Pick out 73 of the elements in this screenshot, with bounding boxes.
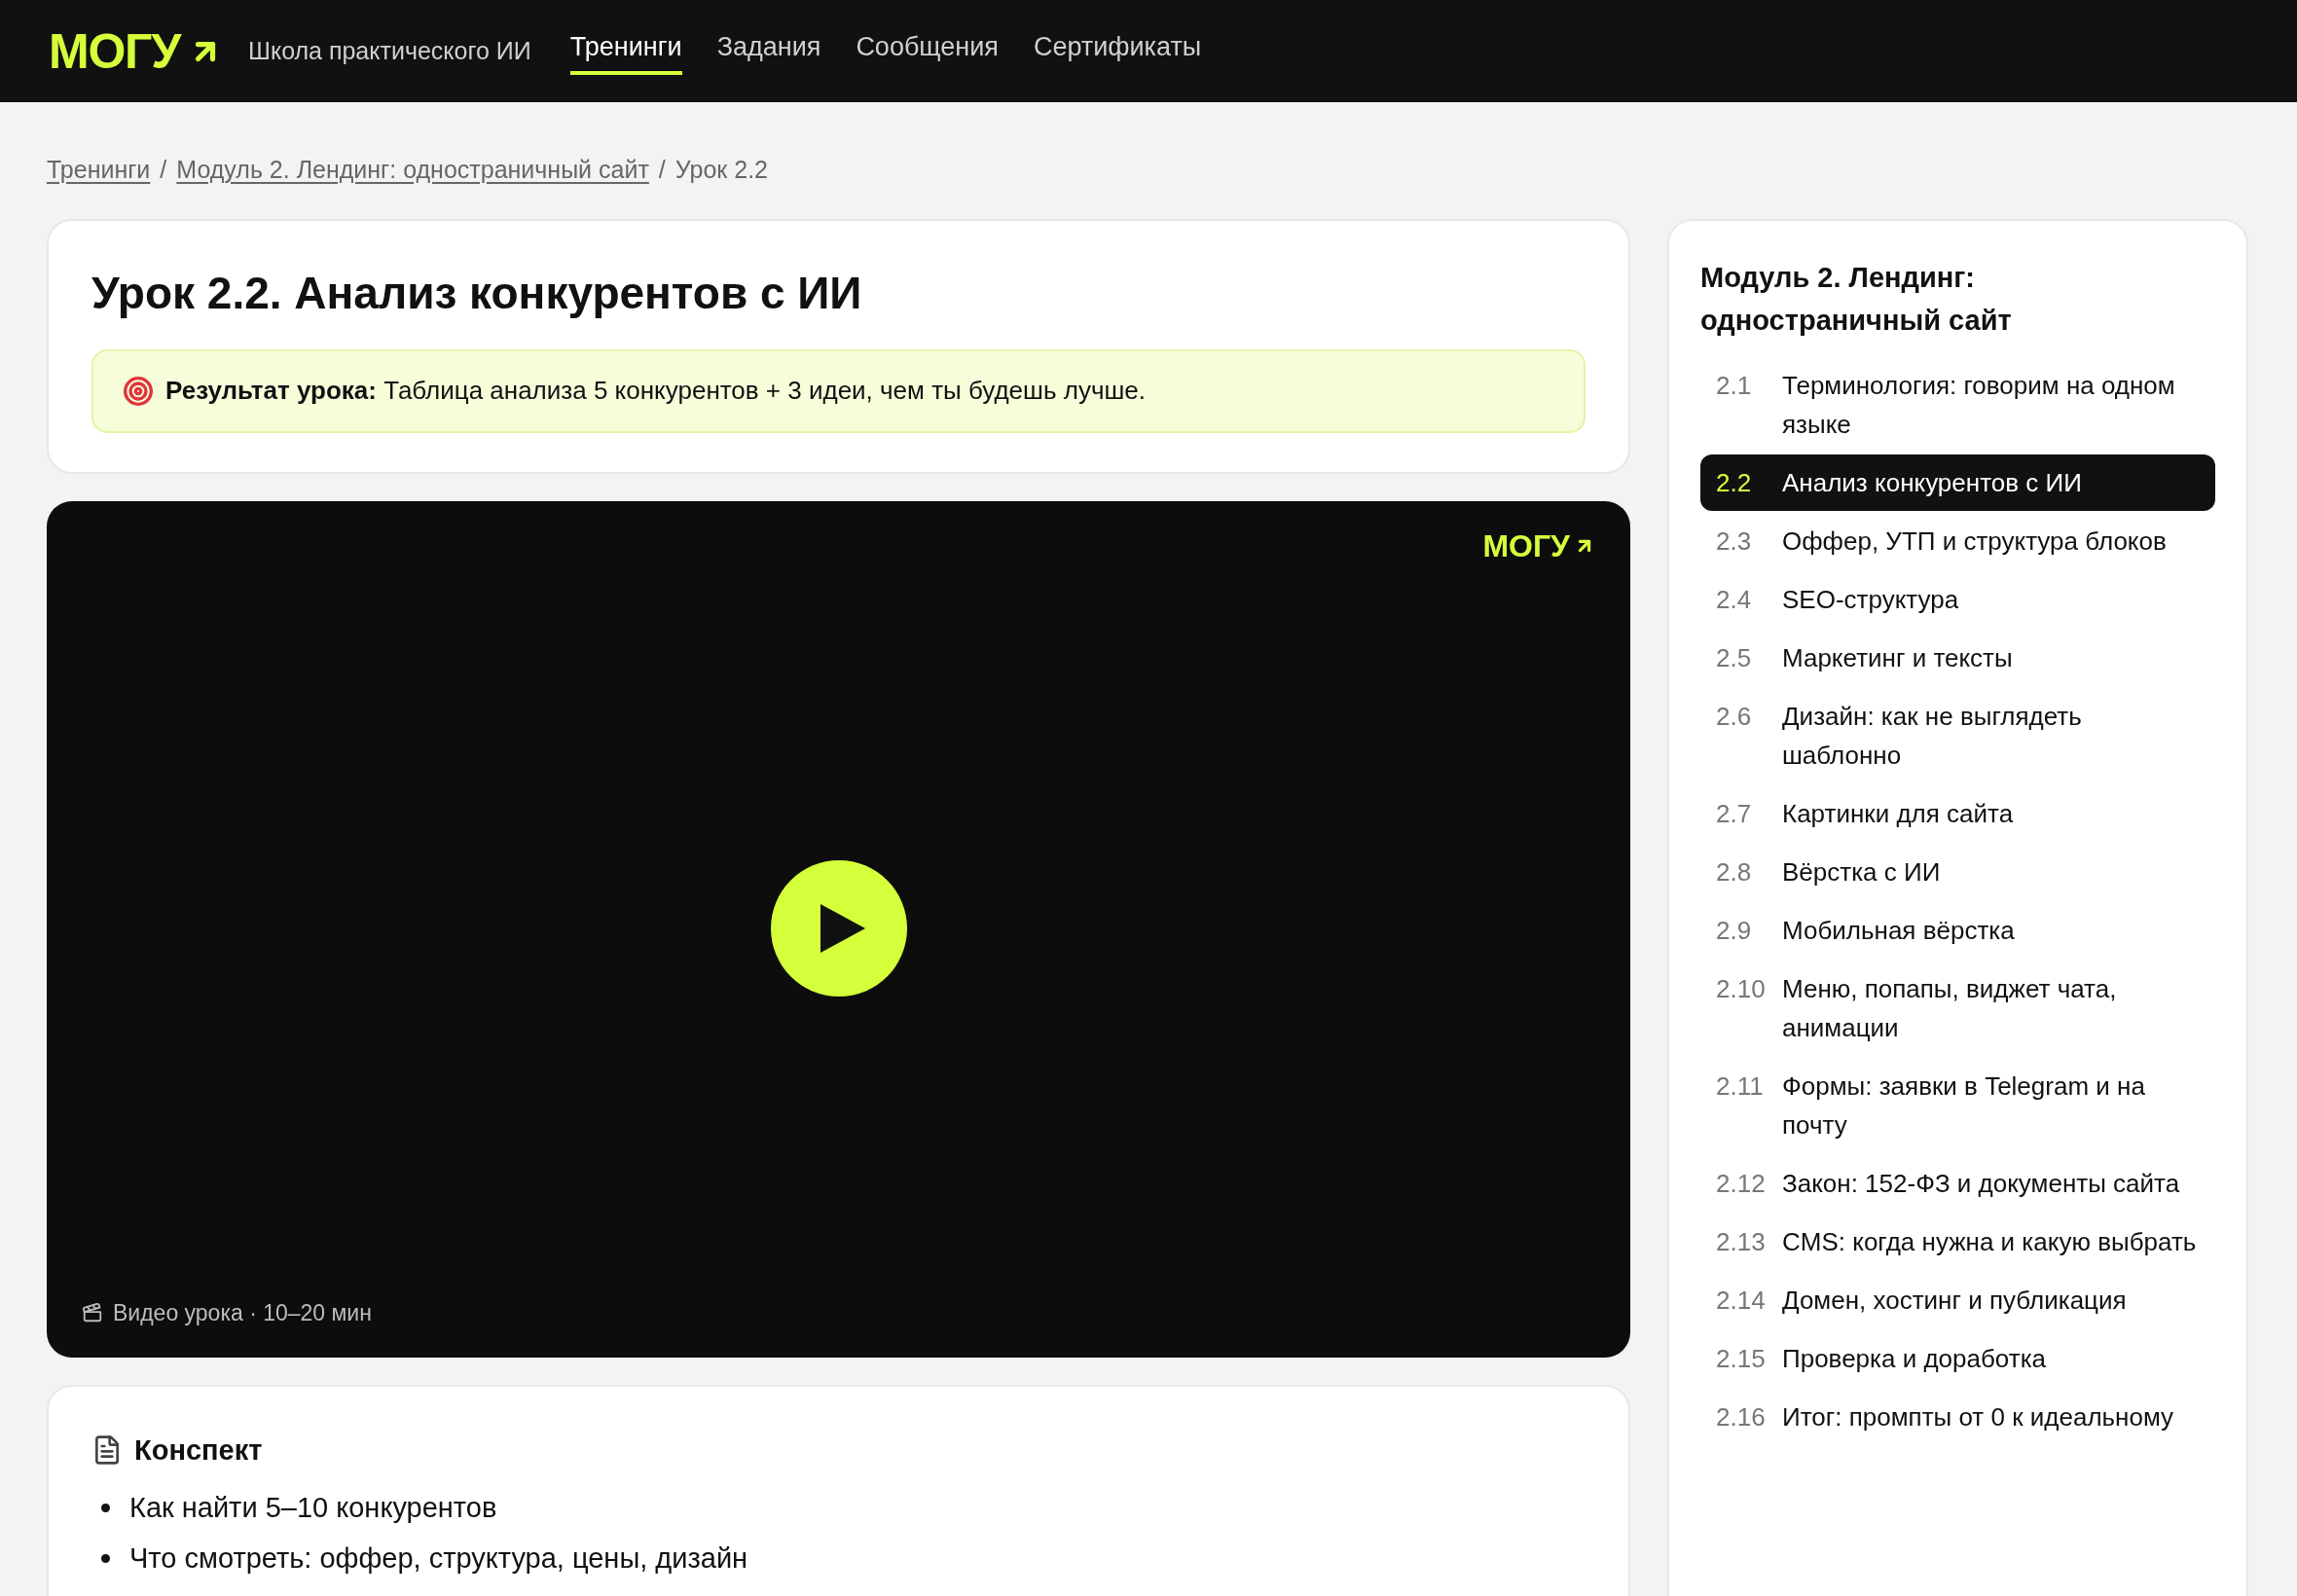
lesson-item[interactable]: 2.12 Закон: 152-ФЗ и документы сайта — [1700, 1155, 2215, 1212]
lesson-number: 2.10 — [1716, 973, 1767, 1005]
lesson-number: 2.12 — [1716, 1168, 1767, 1200]
lesson-number: 2.8 — [1716, 856, 1753, 889]
tagline: Школа практического ИИ — [248, 35, 531, 66]
summary-item: Что смотреть: оффер, структура, цены, дизайн — [129, 1541, 748, 1576]
lesson-item[interactable]: 2.10 Меню, попапы, виджет чата, анимации — [1700, 961, 2215, 1056]
breadcrumb-link[interactable]: Модуль 2. Лендинг: одностраничный сайт — [176, 152, 649, 189]
summary-item: Как найти 5–10 конкурентов — [129, 1491, 497, 1525]
clapperboard-icon — [82, 1302, 103, 1324]
result-text: Результат урока: Таблица анализа 5 конкурентов + 3 идеи, чем ты будешь лучше. — [165, 375, 1146, 407]
lesson-item[interactable]: 2.7 Картинки для сайта — [1700, 785, 2215, 842]
lesson-number: 2.9 — [1716, 915, 1753, 947]
lesson-number: 2.5 — [1716, 642, 1753, 674]
video-caption: Видео урока · 10–20 мин — [113, 1299, 372, 1327]
lesson-name: Дизайн: как не выглядеть шаблонно — [1782, 701, 2083, 772]
lesson-number: 2.6 — [1716, 701, 1753, 733]
lesson-number: 2.2 — [1716, 467, 1753, 499]
lesson-item[interactable]: 2.1 Терминология: говорим на одном языке — [1700, 357, 2215, 453]
lesson-title: Урок 2.2. Анализ конкурентов с ИИ — [91, 267, 863, 320]
lesson-number: 2.3 — [1716, 526, 1753, 558]
lesson-number: 2.11 — [1716, 1070, 1765, 1103]
lesson-number: 2.16 — [1716, 1401, 1767, 1433]
lesson-name: Проверка и доработка — [1782, 1343, 2047, 1375]
lesson-item[interactable]: 2.3 Оффер, УТП и структура блоков — [1700, 513, 2215, 569]
lesson-item[interactable]: 2.13 CMS: когда нужна и какую выбрать — [1700, 1214, 2215, 1270]
lesson-name: Терминология: говорим на одном языке — [1782, 370, 2176, 441]
lesson-name: Итог: промпты от 0 к идеальному — [1782, 1401, 2174, 1433]
lesson-number: 2.13 — [1716, 1226, 1767, 1258]
lesson-item[interactable]: 2.8 Вёрстка с ИИ — [1700, 844, 2215, 900]
module-title: Модуль 2. Лендинг: одностраничный сайт — [1700, 261, 2013, 338]
lesson-item[interactable]: 2.15 Проверка и доработка — [1700, 1330, 2215, 1387]
bullet-icon — [101, 1553, 110, 1563]
lesson-name: Формы: заявки в Telegram и на почту — [1782, 1070, 2146, 1142]
lesson-number: 2.14 — [1716, 1285, 1767, 1317]
lesson-name: Мобильная вёрстка — [1782, 915, 2015, 947]
lesson-item[interactable]: 2.11 Формы: заявки в Telegram и на почту — [1700, 1058, 2215, 1153]
summary-title: Конспект — [134, 1433, 263, 1468]
lesson-name: Картинки для сайта — [1782, 798, 2014, 830]
lesson-name: Домен, хостинг и публикация — [1782, 1285, 2127, 1317]
lesson-number: 2.7 — [1716, 798, 1753, 830]
lesson-item[interactable]: 2.2 Анализ конкурентов с ИИ — [1700, 454, 2215, 511]
breadcrumb-separator: / — [160, 155, 167, 186]
lesson-item[interactable]: 2.5 Маркетинг и тексты — [1700, 630, 2215, 686]
lesson-item[interactable]: 2.6 Дизайн: как не выглядеть шаблонно — [1700, 688, 2215, 783]
lesson-name: Меню, попапы, виджет чата, анимации — [1782, 973, 2118, 1044]
lesson-name: Оффер, УТП и структура блоков — [1782, 526, 2167, 558]
breadcrumb-current: Урок 2.2 — [675, 155, 768, 186]
play-icon — [820, 904, 865, 954]
lesson-number: 2.15 — [1716, 1343, 1767, 1375]
lesson-item[interactable]: 2.4 SEO-структура — [1700, 571, 2215, 628]
nav-tab[interactable]: Тренинги — [569, 27, 682, 75]
lesson-number: 2.1 — [1716, 370, 1753, 402]
lesson-name: Анализ конкурентов с ИИ — [1782, 467, 2082, 499]
lesson-name: CMS: когда нужна и какую выбрать — [1782, 1226, 2197, 1258]
lesson-name: Маркетинг и тексты — [1782, 642, 2013, 674]
lesson-name: SEO-структура — [1782, 584, 1959, 616]
lesson-item[interactable]: 2.9 Мобильная вёрстка — [1700, 902, 2215, 959]
lesson-number: 2.4 — [1716, 584, 1753, 616]
lesson-item[interactable]: 2.14 Домен, хостинг и публикация — [1700, 1272, 2215, 1328]
nav-tab[interactable]: Задания — [716, 27, 821, 75]
nav-tab[interactable]: Сертификаты — [1033, 27, 1202, 75]
breadcrumb-link[interactable]: Тренинги — [47, 152, 151, 189]
lesson-name: Закон: 152-ФЗ и документы сайта — [1782, 1168, 2180, 1200]
logo-text[interactable]: МОГУ — [49, 26, 180, 76]
video-player[interactable]: МОГУ Видео урока · 10–20 мин — [47, 500, 1630, 1358]
lesson-name: Вёрстка с ИИ — [1782, 856, 1941, 889]
target-icon — [123, 375, 154, 407]
lesson-item[interactable]: 2.16 Итог: промпты от 0 к идеальному — [1700, 1389, 2215, 1445]
bullet-icon — [101, 1504, 110, 1513]
video-watermark: МОГУ — [1482, 529, 1570, 562]
nav-tab[interactable]: Сообщения — [856, 27, 999, 75]
breadcrumb-separator: / — [658, 155, 666, 186]
